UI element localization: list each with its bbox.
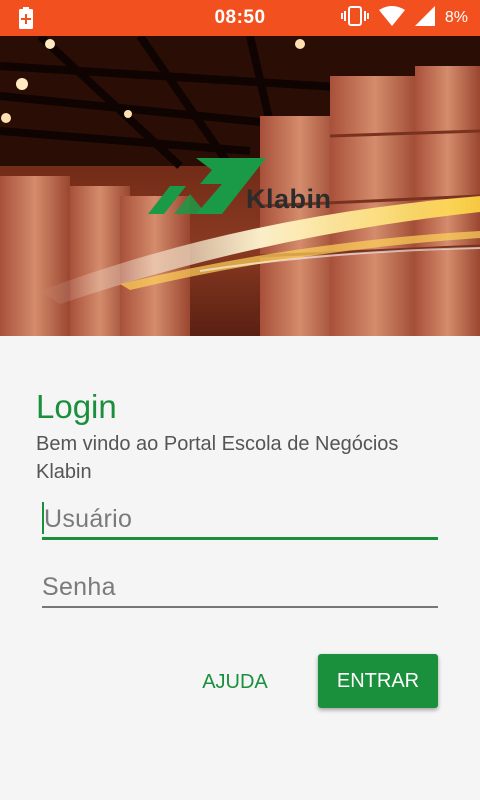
header-banner-image: Klabin bbox=[0, 36, 480, 336]
signal-icon bbox=[414, 5, 435, 31]
username-underline bbox=[42, 537, 438, 540]
status-bar: 08:50 8% bbox=[0, 0, 480, 36]
login-title: Login bbox=[36, 388, 117, 425]
password-placeholder: Senha bbox=[42, 573, 116, 601]
password-underline bbox=[42, 606, 438, 608]
warehouse-illustration bbox=[0, 36, 480, 336]
vibrate-icon bbox=[340, 5, 369, 32]
password-field[interactable]: Senha bbox=[42, 568, 438, 608]
battery-percent: 8% bbox=[444, 9, 468, 26]
username-placeholder: Usuário bbox=[44, 505, 133, 533]
brand-logo-text: Klabin bbox=[246, 184, 332, 214]
enter-button[interactable]: ENTRAR bbox=[318, 654, 438, 708]
username-field[interactable]: Usuário bbox=[42, 500, 438, 540]
status-icons: 8% bbox=[340, 0, 468, 36]
help-button[interactable]: AJUDA bbox=[188, 656, 282, 708]
welcome-text: Bem vindo ao Portal Escola de Negócios K… bbox=[36, 433, 399, 483]
wifi-icon bbox=[378, 5, 405, 31]
